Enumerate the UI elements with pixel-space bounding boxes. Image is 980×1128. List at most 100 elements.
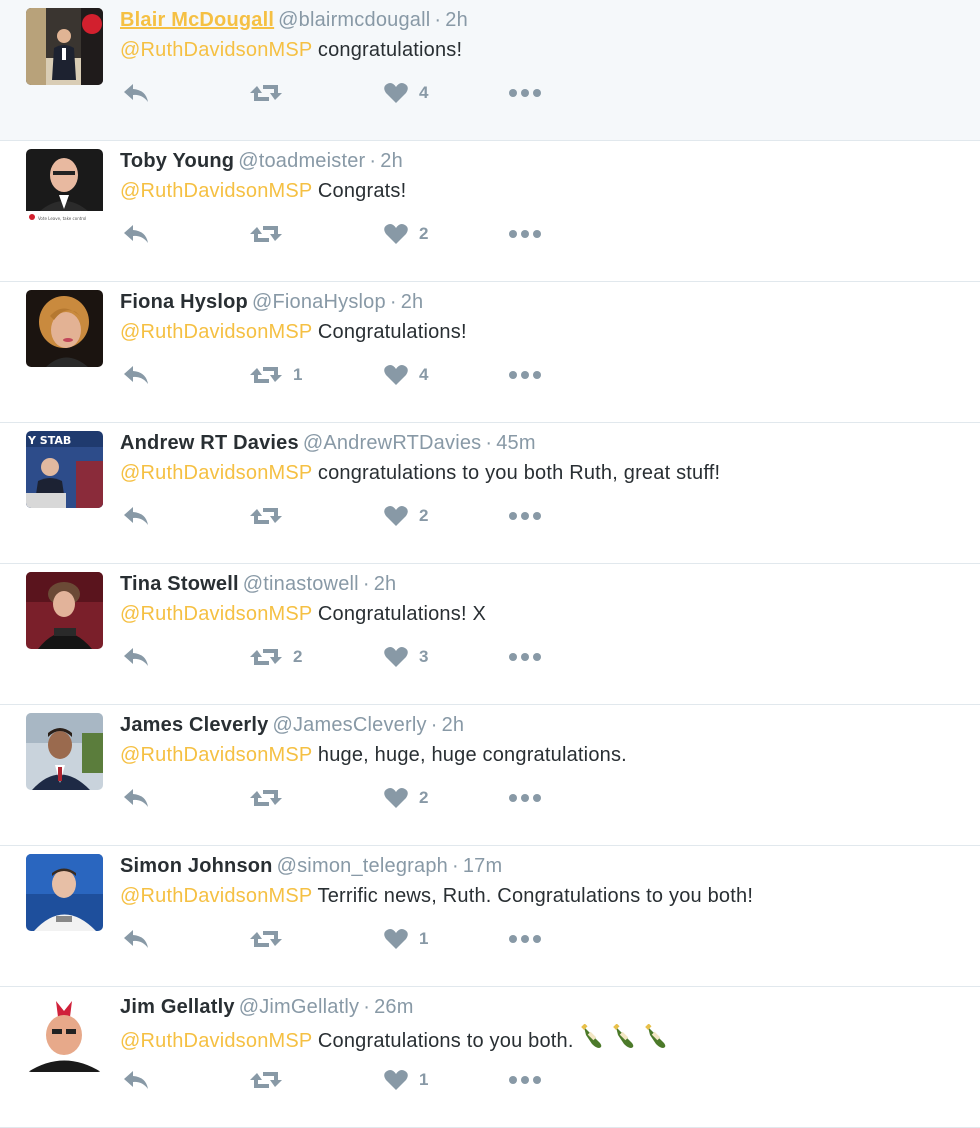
separator-dot: · — [434, 9, 442, 31]
more-button[interactable] — [508, 360, 542, 390]
avatar[interactable]: Vote Leave, take control — [26, 149, 103, 226]
reply-button[interactable] — [122, 78, 150, 108]
tweet-time[interactable]: 2h — [442, 714, 465, 736]
tweet-actions: 2 — [0, 219, 600, 249]
more-button[interactable] — [508, 783, 542, 813]
retweet-button[interactable] — [249, 783, 293, 813]
tweet-card[interactable]: Fiona Hyslop @FionaHyslop · 2h @RuthDavidso… — [0, 282, 980, 423]
tweet-time[interactable]: 2h — [445, 9, 468, 31]
tweet-card[interactable]: Y STAB Andrew RT Davies @AndrewRTDavies · 4… — [0, 423, 980, 564]
retweet-button[interactable] — [249, 924, 293, 954]
author-name[interactable]: Toby Young — [120, 150, 234, 172]
tweet-text: @RuthDavidsonMSP Congratulations! — [120, 319, 467, 345]
mention-link[interactable]: @RuthDavidsonMSP — [120, 603, 312, 625]
avatar[interactable]: Y STAB — [26, 431, 103, 508]
reply-button[interactable] — [122, 783, 150, 813]
avatar[interactable] — [26, 572, 103, 649]
mention-link[interactable]: @RuthDavidsonMSP — [120, 744, 312, 766]
author-handle[interactable]: @JimGellatly — [239, 996, 360, 1018]
author-handle[interactable]: @simon_telegraph — [277, 855, 448, 877]
mention-link[interactable]: @RuthDavidsonMSP — [120, 1030, 312, 1052]
more-button[interactable] — [508, 642, 542, 672]
tweet-time[interactable]: 26m — [374, 996, 414, 1018]
like-button[interactable]: 2 — [383, 219, 428, 249]
avatar[interactable] — [26, 713, 103, 790]
separator-dot: · — [389, 291, 397, 313]
mention-link[interactable]: @RuthDavidsonMSP — [120, 885, 312, 907]
tweet-card[interactable]: James Cleverly @JamesCleverly · 2h @RuthDav… — [0, 705, 980, 846]
retweet-button[interactable] — [249, 1065, 293, 1095]
author-handle[interactable]: @JamesCleverly — [272, 714, 426, 736]
reply-button[interactable] — [122, 501, 150, 531]
heart-icon — [384, 1070, 408, 1090]
tweet-time[interactable]: 2h — [380, 150, 403, 172]
tweet-time[interactable]: 2h — [401, 291, 424, 313]
like-button[interactable]: 4 — [383, 360, 428, 390]
reply-button[interactable] — [122, 360, 150, 390]
author-name[interactable]: Tina Stowell — [120, 573, 239, 595]
avatar[interactable] — [26, 995, 103, 1072]
retweet-icon — [250, 367, 282, 383]
like-count: 4 — [419, 365, 429, 384]
more-icon — [509, 89, 541, 97]
more-button[interactable] — [508, 219, 542, 249]
author-handle[interactable]: @tinastowell — [243, 573, 359, 595]
like-button[interactable]: 2 — [383, 501, 428, 531]
like-button[interactable]: 2 — [383, 783, 428, 813]
retweet-button[interactable]: 1 — [249, 360, 302, 390]
retweet-button[interactable]: 2 — [249, 642, 302, 672]
more-button[interactable] — [508, 924, 542, 954]
reply-button[interactable] — [122, 642, 150, 672]
tweet-card[interactable]: Blair McDougall @blairmcdougall · 2h @RuthD… — [0, 0, 980, 141]
retweet-button[interactable] — [249, 219, 293, 249]
like-button[interactable]: 4 — [383, 78, 428, 108]
reply-button[interactable] — [122, 219, 150, 249]
author-name[interactable]: Fiona Hyslop — [120, 291, 248, 313]
tweet-header: Simon Johnson @simon_telegraph · 17m — [120, 853, 502, 879]
avatar[interactable] — [26, 290, 103, 367]
author-name[interactable]: Blair McDougall — [120, 9, 274, 31]
reply-button[interactable] — [122, 1065, 150, 1095]
more-button[interactable] — [508, 501, 542, 531]
more-button[interactable] — [508, 1065, 542, 1095]
like-button[interactable]: 1 — [383, 924, 428, 954]
avatar[interactable] — [26, 854, 103, 931]
like-count: 2 — [419, 788, 429, 807]
retweet-button[interactable] — [249, 501, 293, 531]
tweet-card[interactable]: Vote Leave, take control Toby Young @toad… — [0, 141, 980, 282]
author-handle[interactable]: @toadmeister — [238, 150, 365, 172]
tweet-header: Jim Gellatly @JimGellatly · 26m — [120, 994, 414, 1020]
tweet-card[interactable]: Simon Johnson @simon_telegraph · 17m @RuthD… — [0, 846, 980, 987]
retweet-icon — [250, 226, 282, 242]
reply-icon — [124, 789, 148, 807]
tweet-time[interactable]: 2h — [374, 573, 397, 595]
tweet-body: Congrats! — [312, 180, 407, 202]
retweet-icon — [250, 649, 282, 665]
more-icon — [509, 794, 541, 802]
author-name[interactable]: James Cleverly — [120, 714, 268, 736]
mention-link[interactable]: @RuthDavidsonMSP — [120, 180, 312, 202]
author-name[interactable]: Andrew RT Davies — [120, 432, 299, 454]
author-name[interactable]: Simon Johnson — [120, 855, 273, 877]
author-handle[interactable]: @blairmcdougall — [278, 9, 430, 31]
author-handle[interactable]: @FionaHyslop — [252, 291, 386, 313]
author-name[interactable]: Jim Gellatly — [120, 996, 235, 1018]
tweet-card[interactable]: Tina Stowell @tinastowell · 2h @RuthDavidso… — [0, 564, 980, 705]
tweet-actions: 4 — [0, 78, 600, 108]
champagne-icon — [612, 1023, 638, 1057]
tweet-card[interactable]: Jim Gellatly @JimGellatly · 26m @RuthDavids… — [0, 987, 980, 1128]
tweet-time[interactable]: 17m — [463, 855, 503, 877]
mention-link[interactable]: @RuthDavidsonMSP — [120, 39, 312, 61]
like-button[interactable]: 1 — [383, 1065, 428, 1095]
avatar[interactable] — [26, 8, 103, 85]
tweet-text: @RuthDavidsonMSP Congratulations! X — [120, 601, 486, 627]
more-button[interactable] — [508, 78, 542, 108]
mention-link[interactable]: @RuthDavidsonMSP — [120, 462, 312, 484]
author-handle[interactable]: @AndrewRTDavies — [303, 432, 482, 454]
tweet-time[interactable]: 45m — [496, 432, 536, 454]
reply-button[interactable] — [122, 924, 150, 954]
heart-icon — [384, 647, 408, 667]
like-button[interactable]: 3 — [383, 642, 428, 672]
mention-link[interactable]: @RuthDavidsonMSP — [120, 321, 312, 343]
retweet-button[interactable] — [249, 78, 293, 108]
